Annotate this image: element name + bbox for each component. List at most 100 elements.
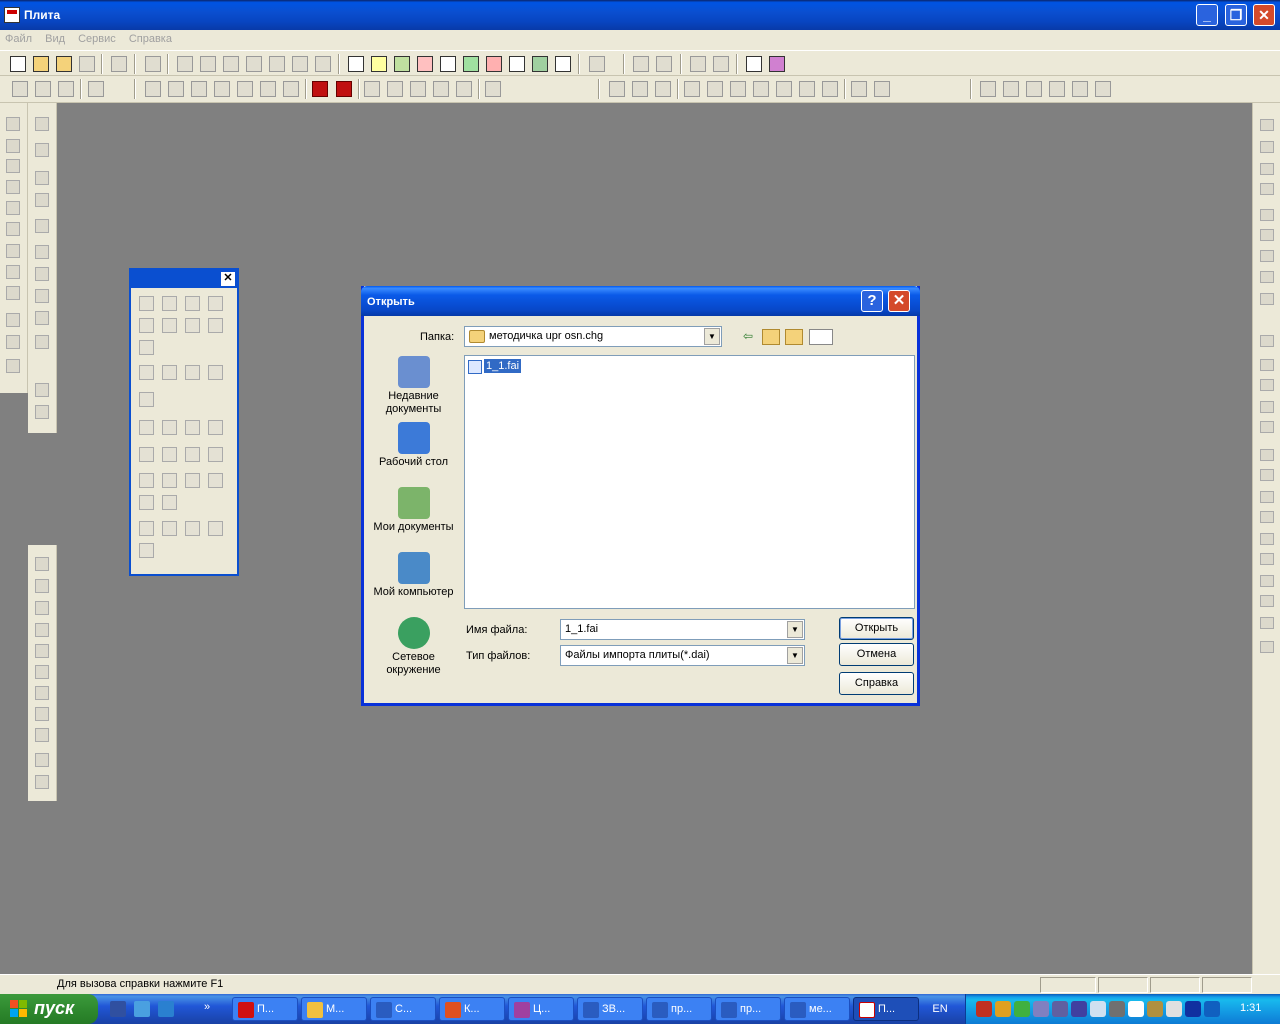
cursor-icon[interactable] [417, 56, 433, 72]
doc-4-icon[interactable] [1049, 81, 1065, 97]
language-indicator[interactable]: EN [928, 1000, 952, 1018]
up-folder-icon[interactable] [762, 329, 780, 345]
palette-tool-icon[interactable] [139, 543, 154, 558]
report-alt-icon[interactable] [656, 56, 672, 72]
palette-tool-icon[interactable] [162, 365, 177, 380]
pencil-icon[interactable] [315, 56, 331, 72]
vtool-icon[interactable] [35, 335, 49, 349]
load-7-icon[interactable] [283, 81, 299, 97]
result-2-icon[interactable] [707, 81, 723, 97]
close-button[interactable]: ✕ [1253, 4, 1275, 26]
rz-icon[interactable] [1260, 617, 1274, 629]
vtool-icon[interactable] [35, 171, 49, 185]
mxy-icon[interactable] [1260, 553, 1274, 565]
tray-icon[interactable] [1109, 1001, 1125, 1017]
measure-icon[interactable] [223, 56, 239, 72]
vtool-icon[interactable] [35, 579, 49, 593]
minimize-button[interactable]: _ [1196, 4, 1218, 26]
task-button-active[interactable]: П... [853, 997, 919, 1021]
view-menu-icon[interactable] [809, 329, 833, 345]
tray-icon[interactable] [1090, 1001, 1106, 1017]
vtool-icon[interactable] [35, 753, 49, 767]
vtool-icon[interactable] [6, 359, 20, 373]
help-book-icon[interactable] [769, 56, 785, 72]
vtool-icon[interactable] [35, 219, 49, 233]
palette-tool-icon[interactable] [185, 296, 200, 311]
task-button[interactable]: К... [439, 997, 505, 1021]
palette-close-icon[interactable]: ✕ [221, 272, 235, 286]
chevron-down-icon[interactable]: ▼ [704, 328, 720, 345]
vtool-icon[interactable] [6, 139, 20, 153]
doc-2-icon[interactable] [1003, 81, 1019, 97]
doc-6-icon[interactable] [1095, 81, 1111, 97]
node-icon[interactable] [440, 56, 456, 72]
doc-1-icon[interactable] [980, 81, 996, 97]
menu-view[interactable]: Вид [40, 30, 70, 48]
palette-tool-icon[interactable] [208, 473, 223, 488]
task-button[interactable]: пр... [715, 997, 781, 1021]
tray-icon[interactable] [1014, 1001, 1030, 1017]
filename-input[interactable]: 1_1.fai ▼ [560, 619, 805, 640]
vtool-icon[interactable] [35, 289, 49, 303]
palette-tool-icon[interactable] [139, 420, 154, 435]
vtool-icon[interactable] [6, 313, 20, 327]
palette-tool-icon[interactable] [162, 495, 177, 510]
task-button[interactable]: ЗВ... [577, 997, 643, 1021]
filetype-select[interactable]: Файлы импорта плиты(*.dai) ▼ [560, 645, 805, 666]
load-5-icon[interactable] [237, 81, 253, 97]
load-4-icon[interactable] [214, 81, 230, 97]
palette-tool-icon[interactable] [139, 495, 154, 510]
vtool-icon[interactable] [35, 557, 49, 571]
vtool-icon[interactable] [35, 267, 49, 281]
dialog-titlebar[interactable]: Открыть ? ✕ [361, 286, 920, 316]
calc-3-icon[interactable] [655, 81, 671, 97]
tray-icon[interactable] [1166, 1001, 1182, 1017]
doc-5-icon[interactable] [1072, 81, 1088, 97]
context-help-icon[interactable] [746, 56, 762, 72]
vtool-icon[interactable] [6, 180, 20, 194]
ax-icon[interactable] [1260, 401, 1274, 413]
vtool-icon[interactable] [35, 623, 49, 637]
palette-tool-icon[interactable] [139, 447, 154, 462]
nx-icon[interactable] [1260, 449, 1274, 461]
palette-tool-icon[interactable] [185, 473, 200, 488]
refresh-icon[interactable] [394, 56, 410, 72]
task-button[interactable]: П... [232, 997, 298, 1021]
place-my-documents[interactable]: Мои документы [367, 487, 460, 534]
palette-tool-icon[interactable] [208, 420, 223, 435]
folder-combo[interactable]: методичка upr osn.chg ▼ [464, 326, 722, 347]
tray-icon[interactable] [995, 1001, 1011, 1017]
rtool-icon[interactable] [1260, 641, 1274, 653]
vtool-icon[interactable] [6, 335, 20, 349]
axis-tool-icon[interactable] [35, 81, 51, 97]
import-icon[interactable] [713, 56, 729, 72]
place-recent[interactable]: Недавние документы [367, 356, 460, 416]
palette-tool-icon[interactable] [162, 318, 177, 333]
qx-icon[interactable] [1260, 575, 1274, 587]
save-icon[interactable] [79, 56, 95, 72]
chevron-down-icon[interactable]: ▼ [787, 621, 803, 638]
palette-tool-icon[interactable] [139, 392, 154, 407]
ay-icon[interactable] [1260, 379, 1274, 391]
calc-2-icon[interactable] [632, 81, 648, 97]
menu-help[interactable]: Справка [124, 30, 177, 48]
grid-tool-icon[interactable] [12, 81, 28, 97]
rtool-icon[interactable] [1260, 293, 1274, 305]
vtool-icon[interactable] [35, 775, 49, 789]
axis-tool-alt-icon[interactable] [58, 81, 74, 97]
select-area-icon[interactable] [145, 56, 161, 72]
quicklaunch-expand-icon[interactable]: » [204, 1001, 216, 1017]
result-3-icon[interactable] [730, 81, 746, 97]
open-button[interactable]: Открыть [839, 617, 914, 640]
print-icon[interactable] [111, 56, 127, 72]
tray-icon[interactable] [1128, 1001, 1144, 1017]
tray-icon[interactable] [1071, 1001, 1087, 1017]
palette-tool-icon[interactable] [139, 340, 154, 355]
load-3-icon[interactable] [191, 81, 207, 97]
vtool-icon[interactable] [35, 644, 49, 658]
result-1-icon[interactable] [684, 81, 700, 97]
txy-icon[interactable] [1260, 491, 1274, 503]
rtool-icon[interactable] [1260, 209, 1274, 221]
quicklaunch-ie-icon[interactable] [134, 1001, 150, 1017]
result-7-icon[interactable] [822, 81, 838, 97]
